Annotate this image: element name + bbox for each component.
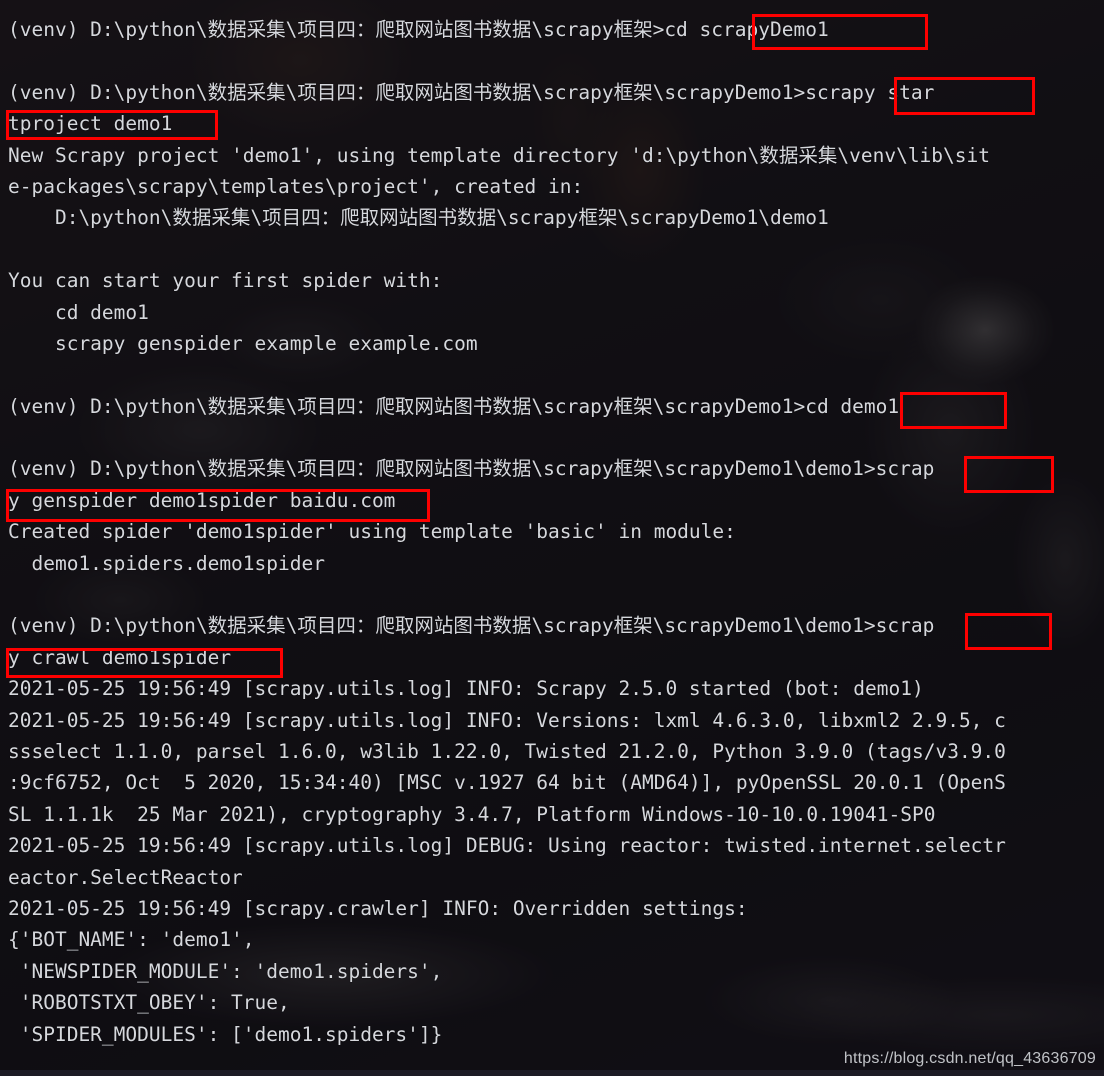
console-line: :9cf6752, Oct 5 2020, 15:34:40) [MSC v.1… bbox=[8, 771, 1006, 795]
console-line: (venv) D:\python\数据采集\项目四：爬取网站图书数据\scrap… bbox=[8, 391, 1104, 422]
cjk-text-run: 框架 bbox=[613, 394, 653, 418]
ascii-text-run: \ bbox=[285, 614, 298, 638]
ascii-text-run: (venv) D:\python\ bbox=[8, 614, 208, 638]
cjk-text-run: 项目四：爬取网站图书数据 bbox=[262, 206, 497, 230]
ascii-text-run: \scrapy bbox=[531, 18, 614, 41]
cjk-text-run: 数据采集 bbox=[172, 206, 251, 230]
ascii-text-run: \ bbox=[285, 18, 298, 41]
console-line: 'SPIDER_MODULES': ['demo1.spiders']} bbox=[8, 1022, 443, 1046]
ascii-text-run: \ bbox=[250, 206, 263, 230]
ascii-text-run: \scrapyDemo1\demo1>scrap bbox=[652, 457, 935, 481]
cjk-text-run: 数据采集 bbox=[207, 80, 286, 104]
console-line: 2021-05-25 19:56:49 [scrapy.crawler] INF… bbox=[8, 896, 748, 920]
ascii-text-run: \ bbox=[285, 457, 298, 481]
console-line: y genspider demo1spider baidu.com bbox=[8, 488, 396, 512]
terminal-window: (venv) D:\python\数据采集\项目四：爬取网站图书数据\scrap… bbox=[0, 0, 1104, 1076]
console-line: 'ROBOTSTXT_OBEY': True, bbox=[8, 991, 290, 1015]
cjk-text-run: 项目四：爬取网站图书数据 bbox=[297, 80, 532, 104]
bottom-edge-bar bbox=[0, 1070, 1104, 1076]
console-line: eactor.SelectReactor bbox=[8, 865, 243, 889]
console-line: {'BOT_NAME': 'demo1', bbox=[8, 928, 255, 952]
ascii-text-run: \scrapy bbox=[531, 394, 614, 418]
ascii-text-run: \ bbox=[285, 394, 298, 418]
cjk-text-run: 框架 bbox=[613, 457, 653, 481]
console-line: Created spider 'demo1spider' using templ… bbox=[8, 520, 736, 544]
console-line: 2021-05-25 19:56:49 [scrapy.utils.log] I… bbox=[8, 708, 1006, 732]
ascii-text-run: \scrapyDemo1>cd demo1 bbox=[652, 394, 900, 418]
console-line: tproject demo1 bbox=[8, 112, 173, 136]
console-line: (venv) D:\python\数据采集\项目四：爬取网站图书数据\scrap… bbox=[8, 77, 1104, 108]
console-line: ssselect 1.1.0, parsel 1.6.0, w3lib 1.22… bbox=[8, 739, 1006, 763]
ascii-text-run: \scrapy bbox=[531, 457, 614, 481]
console-line: demo1.spiders.demo1spider bbox=[8, 551, 325, 575]
cjk-text-run: 项目四：爬取网站图书数据 bbox=[297, 394, 532, 418]
console-line: e-packages\scrapy\templates\project', cr… bbox=[8, 174, 584, 198]
ascii-text-run: (venv) D:\python\ bbox=[8, 80, 208, 104]
console-line: (venv) D:\python\数据采集\项目四：爬取网站图书数据\scrap… bbox=[8, 610, 1104, 641]
ascii-text-run: \scrapy bbox=[531, 80, 614, 104]
ascii-text-run: \scrapyDemo1\demo1>scrap bbox=[652, 614, 935, 638]
csdn-watermark: https://blog.csdn.net/qq_43636709 bbox=[843, 1050, 1096, 1067]
console-line: cd demo1 bbox=[8, 300, 149, 324]
cjk-text-run: 项目四：爬取网站图书数据 bbox=[297, 457, 532, 481]
console-line: SL 1.1.1k 25 Mar 2021), cryptography 3.4… bbox=[8, 802, 936, 826]
ascii-text-run: \venv\lib\sit bbox=[837, 143, 990, 167]
cjk-text-run: 数据采集 bbox=[207, 614, 286, 638]
cjk-text-run: 项目四：爬取网站图书数据 bbox=[297, 18, 532, 41]
console-line: 2021-05-25 19:56:49 [scrapy.utils.log] D… bbox=[8, 834, 1006, 858]
cjk-text-run: 数据采集 bbox=[207, 394, 286, 418]
cjk-text-run: 数据采集 bbox=[207, 18, 286, 41]
cjk-text-run: 项目四：爬取网站图书数据 bbox=[297, 614, 532, 638]
console-line: 2021-05-25 19:56:49 [scrapy.utils.log] I… bbox=[8, 677, 924, 701]
ascii-text-run: \scrapy bbox=[496, 206, 579, 230]
cjk-text-run: 框架 bbox=[613, 18, 653, 41]
console-line: (venv) D:\python\数据采集\项目四：爬取网站图书数据\scrap… bbox=[8, 14, 1104, 45]
console-output-area[interactable]: (venv) D:\python\数据采集\项目四：爬取网站图书数据\scrap… bbox=[0, 0, 1104, 1076]
console-line: y crawl demo1spider bbox=[8, 645, 232, 669]
cjk-text-run: 数据采集 bbox=[759, 143, 838, 167]
console-line: You can start your first spider with: bbox=[8, 269, 443, 293]
ascii-text-run: >cd scrapyDemo1 bbox=[652, 18, 829, 41]
console-line: New Scrapy project 'demo1', using templa… bbox=[8, 140, 1104, 171]
cjk-text-run: 框架 bbox=[613, 614, 653, 638]
ascii-text-run: \scrapyDemo1>scrapy star bbox=[652, 80, 935, 104]
cjk-text-run: 框架 bbox=[613, 80, 653, 104]
cjk-text-run: 数据采集 bbox=[207, 457, 286, 481]
ascii-text-run: \ bbox=[285, 80, 298, 104]
cjk-text-run: 框架 bbox=[578, 206, 618, 230]
ascii-text-run: \scrapyDemo1\demo1 bbox=[617, 206, 829, 230]
ascii-text-run: \scrapy bbox=[531, 614, 614, 638]
console-line: scrapy genspider example example.com bbox=[8, 331, 478, 355]
console-line: (venv) D:\python\数据采集\项目四：爬取网站图书数据\scrap… bbox=[8, 453, 1104, 484]
console-line: 'NEWSPIDER_MODULE': 'demo1.spiders', bbox=[8, 959, 443, 983]
ascii-text-run: (venv) D:\python\ bbox=[8, 18, 208, 41]
ascii-text-run: (venv) D:\python\ bbox=[8, 457, 208, 481]
ascii-text-run: (venv) D:\python\ bbox=[8, 394, 208, 418]
ascii-text-run: D:\python\ bbox=[8, 206, 173, 230]
console-line: D:\python\数据采集\项目四：爬取网站图书数据\scrapy框架\scr… bbox=[8, 202, 1104, 233]
ascii-text-run: New Scrapy project 'demo1', using templa… bbox=[8, 143, 760, 167]
